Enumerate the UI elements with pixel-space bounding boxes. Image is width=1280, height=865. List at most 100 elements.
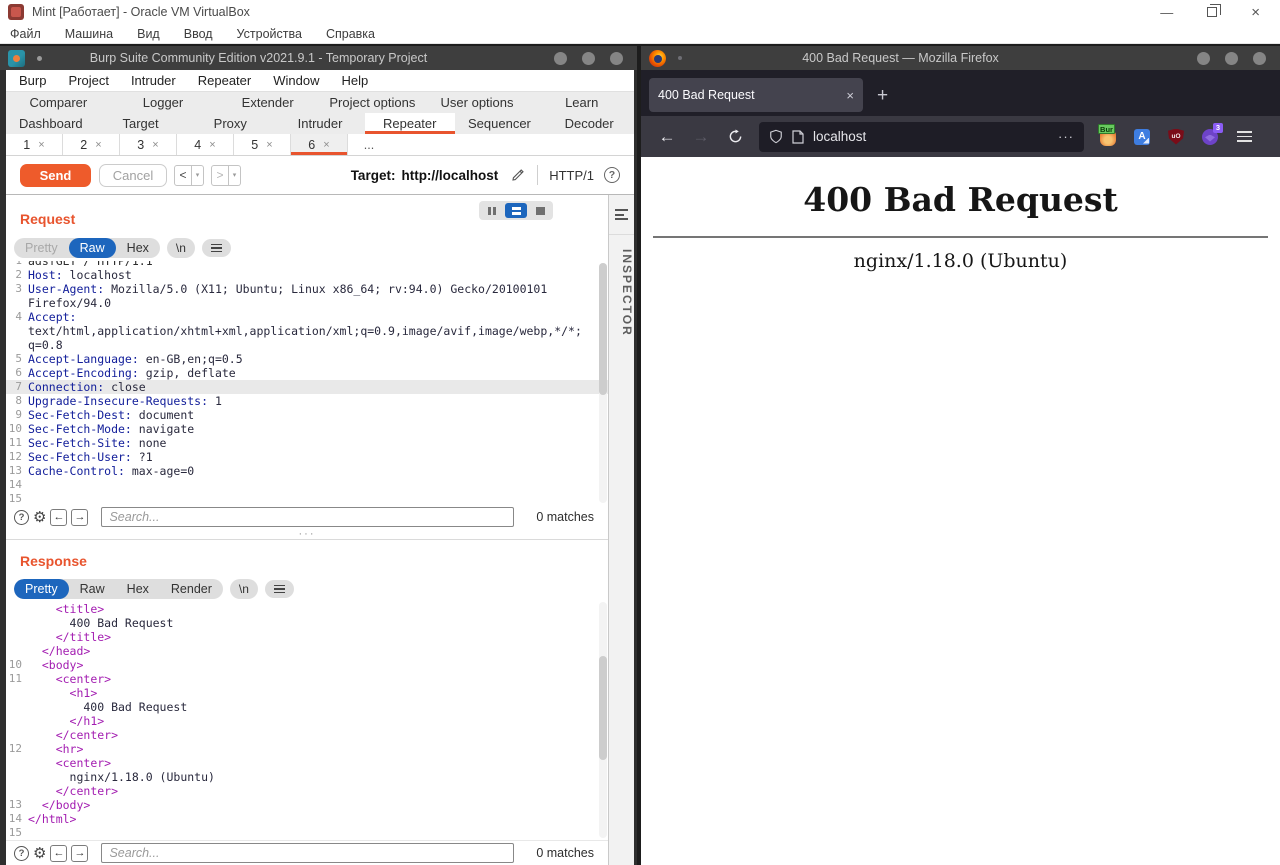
tab-target[interactable]: Target	[96, 113, 186, 135]
request-options-hamburger-icon[interactable]	[202, 239, 231, 258]
firefox-maximize-button[interactable]	[1225, 52, 1238, 65]
http-version-label[interactable]: HTTP/1	[549, 168, 594, 183]
ublock-origin-icon[interactable]: uO	[1166, 127, 1186, 147]
response-tab-hex[interactable]: Hex	[116, 579, 160, 599]
history-forward-button[interactable]: > ▾	[211, 165, 241, 186]
search-next-button[interactable]: →	[71, 509, 88, 526]
repeater-tab-3[interactable]: 3×	[120, 134, 177, 155]
search-help-icon[interactable]: ?	[14, 846, 29, 861]
url-text[interactable]: localhost	[813, 129, 866, 144]
tab-close-icon[interactable]: ×	[323, 139, 329, 151]
response-tab-raw[interactable]: Raw	[69, 579, 116, 599]
request-tab-pretty[interactable]: Pretty	[14, 238, 69, 258]
wappalyzer-icon[interactable]: 3	[1200, 127, 1220, 147]
burp-minimize-button[interactable]	[554, 52, 567, 65]
back-button[interactable]: ←	[655, 127, 679, 147]
response-tab-render[interactable]: Render	[160, 579, 223, 599]
cancel-button[interactable]: Cancel	[99, 164, 167, 187]
tab-close-icon[interactable]: ×	[846, 88, 854, 103]
tab-learn[interactable]: Learn	[529, 92, 634, 113]
burp-menu-repeater[interactable]: Repeater	[198, 73, 251, 88]
search-prev-button[interactable]: ←	[50, 845, 67, 862]
url-bar[interactable]: localhost ···	[759, 122, 1084, 152]
request-scrollbar[interactable]	[599, 263, 607, 503]
help-icon[interactable]: ?	[604, 167, 620, 183]
tab-user-options[interactable]: User options	[425, 92, 530, 113]
tab-close-icon[interactable]: ×	[209, 139, 215, 151]
request-tab-raw[interactable]: Raw	[69, 238, 116, 258]
response-options-hamburger-icon[interactable]	[265, 580, 294, 599]
host-menu-вид[interactable]: Вид	[137, 27, 160, 41]
search-prev-button[interactable]: ←	[50, 509, 67, 526]
tab-close-icon[interactable]: ×	[152, 139, 158, 151]
tab-dashboard[interactable]: Dashboard	[6, 113, 96, 135]
host-menu-устройства[interactable]: Устройства	[237, 27, 302, 41]
edit-target-pencil-icon[interactable]	[510, 167, 526, 183]
page-actions-dots-icon[interactable]: ···	[1058, 129, 1074, 144]
tab-decoder[interactable]: Decoder	[544, 113, 634, 135]
chevron-down-icon[interactable]: ▾	[229, 165, 241, 186]
repeater-tab-4[interactable]: 4×	[177, 134, 234, 155]
forward-button[interactable]: →	[689, 127, 713, 147]
host-menu-файл[interactable]: Файл	[10, 27, 41, 41]
host-menu-справка[interactable]: Справка	[326, 27, 375, 41]
burp-menu-help[interactable]: Help	[341, 73, 368, 88]
firefox-titlebar[interactable]: 400 Bad Request — Mozilla Firefox	[641, 46, 1280, 70]
shield-icon[interactable]	[769, 129, 783, 144]
menu-hamburger-icon[interactable]	[1232, 131, 1256, 142]
response-tab-pretty[interactable]: Pretty	[14, 579, 69, 599]
search-settings-gear-icon[interactable]: ⚙	[33, 846, 46, 861]
burp-menu-project[interactable]: Project	[68, 73, 108, 88]
tab-close-icon[interactable]: ×	[266, 139, 272, 151]
tab-extender[interactable]: Extender	[215, 92, 320, 113]
repeater-tab-5[interactable]: 5×	[234, 134, 291, 155]
firefox-minimize-button[interactable]	[1197, 52, 1210, 65]
tab-close-icon[interactable]: ×	[38, 139, 44, 151]
tab-intruder[interactable]: Intruder	[275, 113, 365, 135]
inspector-panel-icon[interactable]	[615, 207, 628, 223]
response-scrollbar[interactable]	[599, 602, 607, 838]
send-button[interactable]: Send	[20, 164, 91, 187]
tab-close-icon[interactable]: ×	[95, 139, 101, 151]
host-menu-ввод[interactable]: Ввод	[184, 27, 213, 41]
response-newline-toggle[interactable]: \n	[230, 579, 258, 599]
request-editor[interactable]: 1adsfGET / HTTP/1.12Host: localhost3User…	[6, 261, 608, 505]
close-button[interactable]: ×	[1251, 5, 1260, 20]
inspector-sidebar[interactable]: INSPECTOR	[608, 195, 634, 865]
layout-single-button[interactable]	[529, 203, 551, 218]
response-search-input[interactable]	[101, 843, 514, 863]
tab-repeater[interactable]: Repeater	[365, 113, 455, 135]
reload-icon[interactable]	[723, 129, 747, 144]
page-info-icon[interactable]	[792, 130, 804, 144]
repeater-tab-1[interactable]: 1×	[6, 134, 63, 155]
tab-proxy[interactable]: Proxy	[185, 113, 275, 135]
browser-tab[interactable]: 400 Bad Request ×	[649, 78, 863, 112]
foxyproxy-icon[interactable]: Bur	[1098, 127, 1118, 147]
repeater-tab-2[interactable]: 2×	[63, 134, 120, 155]
firefox-close-button[interactable]	[1253, 52, 1266, 65]
tab-sequencer[interactable]: Sequencer	[455, 113, 545, 135]
request-newline-toggle[interactable]: \n	[167, 238, 195, 258]
burp-maximize-button[interactable]	[582, 52, 595, 65]
chevron-down-icon[interactable]: ▾	[192, 165, 204, 186]
request-search-input[interactable]	[101, 507, 514, 527]
layout-rows-button[interactable]	[505, 203, 527, 218]
burp-titlebar[interactable]: Burp Suite Community Edition v2021.9.1 -…	[0, 46, 637, 70]
search-help-icon[interactable]: ?	[14, 510, 29, 525]
layout-columns-button[interactable]	[481, 203, 503, 218]
translate-extension-icon[interactable]: A	[1132, 127, 1152, 147]
burp-menu-window[interactable]: Window	[273, 73, 319, 88]
panel-splitter-handle[interactable]: ···	[6, 529, 608, 539]
restore-button[interactable]	[1207, 7, 1217, 17]
request-tab-hex[interactable]: Hex	[116, 238, 160, 258]
tab-project-options[interactable]: Project options	[320, 92, 425, 113]
burp-close-button[interactable]	[610, 52, 623, 65]
tab-logger[interactable]: Logger	[111, 92, 216, 113]
tab-comparer[interactable]: Comparer	[6, 92, 111, 113]
history-back-button[interactable]: < ▾	[174, 165, 204, 186]
response-editor[interactable]: <title> 400 Bad Request </title> </head>…	[6, 600, 608, 840]
host-menu-машина[interactable]: Машина	[65, 27, 113, 41]
search-settings-gear-icon[interactable]: ⚙	[33, 510, 46, 525]
new-tab-button[interactable]: +	[877, 85, 888, 107]
repeater-tab-6[interactable]: 6×	[291, 134, 348, 155]
